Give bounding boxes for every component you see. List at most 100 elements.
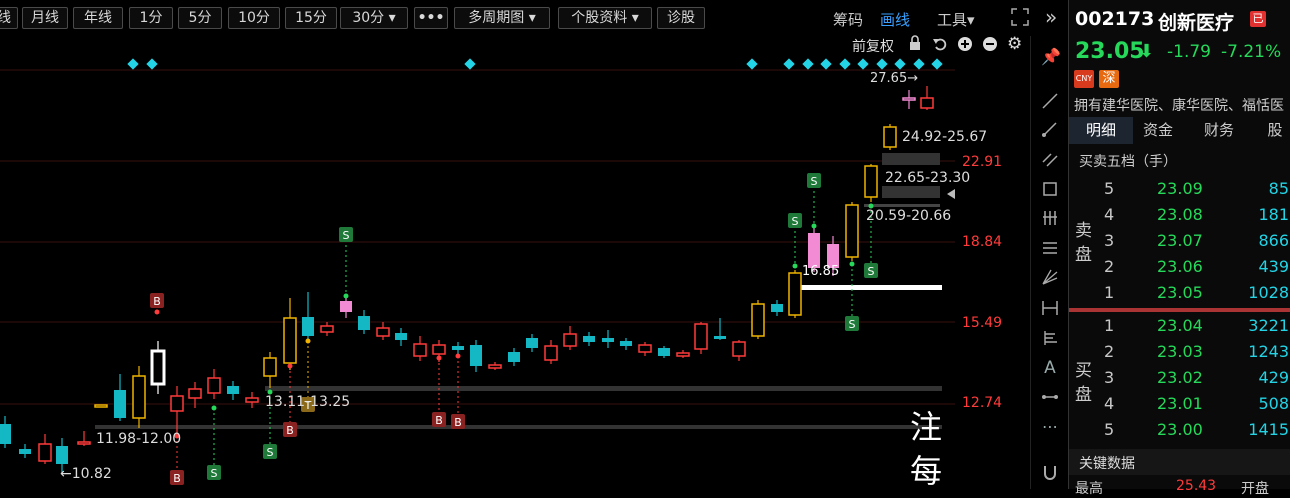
exchange-badge: 深 — [1099, 70, 1119, 88]
more-periods-button[interactable]: ••• — [414, 7, 448, 29]
tab-finance[interactable]: 财务 — [1183, 117, 1255, 144]
mid-price-label: 16.85 — [802, 264, 840, 279]
price-down-arrow-icon: ⬇ — [1139, 41, 1155, 62]
period-button-30min[interactable]: 30分 ▾ — [340, 7, 408, 29]
parallel-lines-icon[interactable] — [1041, 239, 1059, 257]
diagnose-button[interactable]: 诊股 — [657, 7, 705, 29]
period-button-week[interactable]: 线 — [0, 7, 18, 29]
candle-body — [150, 349, 166, 386]
buy-side-label: 买 — [1075, 361, 1092, 381]
candle-body — [38, 443, 52, 462]
fan-tool-icon[interactable] — [1041, 268, 1059, 286]
period-button-15min[interactable]: 15分 — [285, 7, 337, 29]
text-tool-icon[interactable]: A — [1041, 359, 1059, 377]
period-button-1min[interactable]: 1分 — [129, 7, 173, 29]
candle-body — [77, 441, 91, 445]
candle-body — [170, 395, 184, 412]
ray-tool-icon[interactable] — [1041, 120, 1059, 138]
magnet-icon[interactable] — [1041, 464, 1059, 482]
candle-body — [114, 390, 126, 418]
signal-anchor-dot — [287, 363, 293, 369]
period-button-5min[interactable]: 5分 — [178, 7, 222, 29]
candle-body — [563, 333, 577, 347]
candlesticks — [0, 86, 934, 474]
support-label: 13.11-13.25 — [265, 394, 351, 410]
candle-body — [751, 303, 765, 337]
candle-body — [320, 325, 334, 333]
stock-info-dropdown[interactable]: 个股资料 ▾ — [558, 7, 652, 29]
candle-body — [56, 446, 68, 464]
period-button-year[interactable]: 年线 — [73, 7, 123, 29]
key-data-title: 关键数据 — [1079, 456, 1135, 472]
more-tools-icon[interactable]: ⋯ — [1041, 418, 1059, 436]
tab-funds[interactable]: 资金 — [1133, 117, 1183, 144]
candle-body — [694, 323, 708, 350]
sell-order-price: 23.08 — [1157, 205, 1203, 224]
candle-body — [544, 345, 558, 361]
draw-line-button[interactable]: 画线 — [880, 9, 910, 30]
sell-order-volume: 866 — [1258, 231, 1289, 250]
rectangle-tool-icon[interactable] — [1041, 180, 1059, 198]
high-price-label: 27.65→ — [870, 71, 919, 86]
measure-tool-icon[interactable] — [1041, 299, 1059, 317]
candle-body — [788, 272, 802, 316]
stock-name: 创新医疗 — [1158, 12, 1235, 34]
current-price: 23.05 — [1075, 39, 1145, 64]
sell-order-level: 5 — [1104, 179, 1115, 198]
buy-order-volume: 508 — [1258, 394, 1289, 413]
candle-body — [920, 97, 934, 109]
buy-order-price: 23.00 — [1157, 420, 1203, 439]
period-button-10min[interactable]: 10分 — [228, 7, 280, 29]
fullscreen-icon[interactable] — [1011, 8, 1029, 26]
multi-period-dropdown[interactable]: 多周期图 ▾ — [454, 7, 550, 29]
adjust-mode-label[interactable]: 前复权 — [852, 36, 894, 56]
sell-order-volume: 439 — [1258, 257, 1289, 276]
buy-order-price: 23.04 — [1157, 316, 1203, 335]
candle-body — [508, 352, 520, 362]
candle-body — [808, 233, 820, 268]
tab-detail[interactable]: 明细 — [1069, 117, 1133, 144]
sell-order-level: 4 — [1104, 205, 1115, 224]
signal-letter: B — [153, 295, 161, 308]
tools-dropdown[interactable]: 工具▾ — [937, 9, 975, 30]
signal-letter: S — [792, 215, 799, 228]
price-axis-label: 18.84 — [962, 234, 1003, 250]
settings-gear-icon[interactable]: ⚙ — [1007, 34, 1022, 54]
resistance-label: 20.59-20.66 — [866, 208, 952, 224]
trade-signals: BBBB BSSSSSSST — [150, 173, 878, 485]
candle-body — [583, 336, 595, 342]
candle-body — [620, 341, 632, 346]
channel-tool-icon[interactable] — [1041, 150, 1059, 168]
support-label: 11.98-12.00 — [96, 431, 182, 447]
gann-tool-icon[interactable] — [1041, 329, 1059, 347]
sell-order-price: 23.07 — [1157, 231, 1203, 250]
candle-body — [470, 345, 482, 366]
watchlist-badge[interactable]: 已 — [1250, 11, 1266, 27]
price-axis-label: 22.91 — [962, 154, 1003, 170]
signal-letter: S — [267, 446, 274, 459]
signal-anchor-dot — [211, 405, 217, 411]
candle-body — [188, 388, 202, 399]
kline-chart[interactable]: BBBBBSSSSSSST 前复权 ⚙ 22.91 18.84 15.49 12… — [0, 34, 1030, 490]
tab-stock[interactable]: 股 — [1255, 117, 1290, 144]
signal-letter: B — [286, 424, 294, 437]
pin-icon[interactable]: 📌 — [1041, 48, 1061, 66]
signal-anchor-dot — [154, 309, 160, 315]
buy-order-level: 4 — [1104, 394, 1115, 413]
period-button-month[interactable]: 月线 — [22, 7, 68, 29]
signal-anchor-dot — [811, 223, 817, 229]
candle-body — [676, 352, 690, 357]
buy-side-label: 盘 — [1075, 385, 1092, 405]
chips-button[interactable]: 筹码 — [833, 9, 863, 30]
collapse-panel-icon[interactable]: » — [1045, 5, 1057, 29]
fib-tool-icon[interactable] — [1041, 209, 1059, 227]
candle-body — [845, 204, 859, 258]
sell-order-volume: 181 — [1258, 205, 1289, 224]
kline-svg[interactable]: BBBB BSSSSSSST — [0, 36, 1030, 489]
note-text: 注 — [910, 408, 943, 446]
resistance-label: 24.92-25.67 — [902, 129, 988, 145]
price-range-icon[interactable] — [1041, 388, 1059, 406]
line-tool-icon[interactable] — [1041, 92, 1059, 110]
candle-body — [0, 424, 11, 444]
price-axis-label: 15.49 — [962, 315, 1003, 331]
